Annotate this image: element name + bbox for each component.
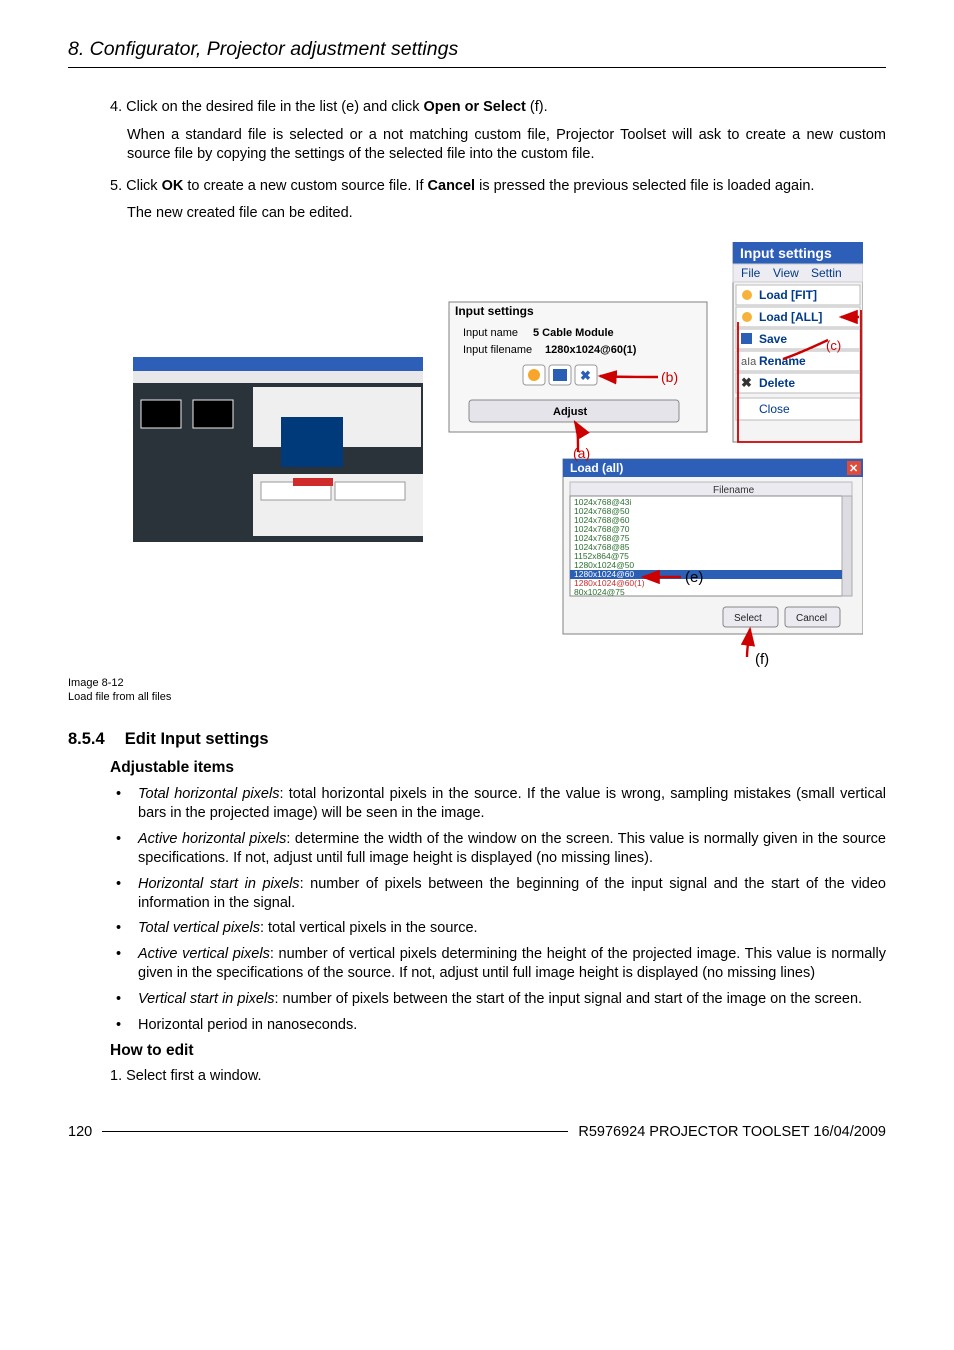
step-text: Click on the desired file in the list (e… <box>126 99 423 115</box>
disk-icon <box>553 369 567 381</box>
col-header <box>570 482 852 496</box>
adjustable-items-list: Total horizontal pixels: total horizonta… <box>110 785 886 1034</box>
list-item: Active horizontal pixels: determine the … <box>110 830 886 868</box>
menu-view[interactable]: View <box>773 266 799 280</box>
adjust-label: Adjust <box>553 406 588 418</box>
action-save[interactable]: Save <box>736 329 860 349</box>
step-text: Click <box>126 178 161 194</box>
footer-rule <box>102 1131 568 1132</box>
figure-svg: Input settings File View Settin Load [FI… <box>133 242 863 672</box>
folder-icon <box>528 369 540 381</box>
rest: : number of pixels between the start of … <box>274 991 862 1007</box>
term: Total horizontal pixels <box>138 786 279 802</box>
step-subtext: When a standard file is selected or a no… <box>127 126 886 165</box>
list-item: Horizontal start in pixels: number of pi… <box>110 875 886 913</box>
input-name-label: Input name <box>463 327 518 339</box>
list-item: Total horizontal pixels: total horizonta… <box>110 785 886 823</box>
input-settings-title: Input settings <box>455 304 534 318</box>
svg-text:✖: ✖ <box>741 375 752 390</box>
step-bold: OK <box>162 178 184 194</box>
term: Vertical start in pixels <box>138 991 274 1007</box>
step-bold: Open or Select <box>424 99 526 115</box>
adjustable-items-heading: Adjustable items <box>110 759 886 777</box>
section-title: Edit Input settings <box>125 730 269 749</box>
annotation-c: (c) <box>826 338 841 353</box>
settings-title: Input settings <box>740 245 832 261</box>
annotation-f: (f) <box>755 651 769 668</box>
action-load-fit[interactable]: Load [FIT] <box>736 285 860 305</box>
figure-8-12: Input settings File View Settin Load [FI… <box>110 242 886 705</box>
scrollbar[interactable] <box>842 496 852 596</box>
svg-text:Load [FIT]: Load [FIT] <box>759 288 817 302</box>
step-4: 4. Click on the desired file in the list… <box>110 98 886 165</box>
cancel-label: Cancel <box>796 613 827 624</box>
term: Active vertical pixels <box>138 946 270 962</box>
section-number: 8.5.4 <box>68 730 105 749</box>
input-name-value: 5 Cable Module <box>533 327 614 339</box>
annotation-a: (a) <box>573 445 590 461</box>
svg-text:Load [ALL]: Load [ALL] <box>759 310 822 324</box>
thumb-1 <box>141 400 181 428</box>
app-toolbar <box>133 371 423 383</box>
page-footer: 120 R5976924 PROJECTOR TOOLSET 16/04/200… <box>68 1124 886 1140</box>
header-rule <box>68 67 886 68</box>
menu-settings[interactable]: Settin <box>811 266 842 280</box>
step-subtext: The new created file can be edited. <box>127 204 886 224</box>
caption-id: Image 8-12 <box>68 677 124 689</box>
app-titlebar <box>133 357 423 371</box>
term: Horizontal start in pixels <box>138 876 300 892</box>
footer-right: R5976924 PROJECTOR TOOLSET 16/04/2009 <box>578 1124 886 1140</box>
col-filename: Filename <box>713 485 755 496</box>
step-number: 5. <box>110 178 122 194</box>
input-file-label: Input filename <box>463 344 532 356</box>
input-file-value: 1280x1024@60(1) <box>545 344 637 356</box>
caption-text: Load file from all files <box>68 691 171 703</box>
menu-file[interactable]: File <box>741 266 761 280</box>
section-heading: 8.5.4 Edit Input settings <box>68 730 886 749</box>
list-item-selected: 1280x1024@60 <box>574 569 634 579</box>
instruction-steps: 4. Click on the desired file in the list… <box>110 98 886 224</box>
rest: : total vertical pixels in the source. <box>260 920 478 936</box>
chapter-title: 8. Configurator, Projector adjustment se… <box>68 38 886 61</box>
list-item: Active vertical pixels: number of vertic… <box>110 945 886 983</box>
step-post: (f). <box>526 99 548 115</box>
svg-text:Close: Close <box>759 402 790 416</box>
step-mid: to create a new custom source file. If <box>183 178 427 194</box>
list-item: Vertical start in pixels: number of pixe… <box>110 990 886 1009</box>
select-label: Select <box>734 613 762 624</box>
annotation-e: (e) <box>685 569 703 586</box>
red-tab <box>293 478 333 486</box>
svg-text:Delete: Delete <box>759 376 795 390</box>
x-icon: ✖ <box>580 368 591 383</box>
action-close[interactable]: Close <box>736 398 860 420</box>
rest: Horizontal period in nanoseconds. <box>138 1017 357 1033</box>
svg-text:Rename: Rename <box>759 354 806 368</box>
preview-rect <box>281 417 343 467</box>
panel-box-2 <box>335 482 405 500</box>
term: Total vertical pixels <box>138 920 260 936</box>
load-dialog-title: Load (all) <box>570 461 623 475</box>
step-5: 5. Click OK to create a new custom sourc… <box>110 177 886 224</box>
step-post: is pressed the previous selected file is… <box>475 178 814 194</box>
list-item: Horizontal period in nanoseconds. <box>110 1016 886 1035</box>
page-number: 120 <box>68 1124 92 1140</box>
svg-text:Save: Save <box>759 332 787 346</box>
figure-caption: Image 8-12 Load file from all files <box>68 676 886 705</box>
step-number: 4. <box>110 99 122 115</box>
step-bold-2: Cancel <box>428 178 476 194</box>
thumb-2 <box>193 400 233 428</box>
how-step-1: 1. Select first a window. <box>110 1068 886 1084</box>
svg-text:✕: ✕ <box>849 463 858 475</box>
list-item: Total vertical pixels: total vertical pi… <box>110 919 886 938</box>
arrow-b <box>600 376 658 377</box>
list-item: 80x1024@75 <box>574 587 625 597</box>
annotation-b: (b) <box>661 369 678 385</box>
svg-text:aIa: aIa <box>741 356 757 368</box>
how-to-edit-heading: How to edit <box>110 1042 886 1060</box>
action-delete[interactable]: ✖ Delete <box>736 373 860 393</box>
term: Active horizontal pixels <box>138 831 286 847</box>
